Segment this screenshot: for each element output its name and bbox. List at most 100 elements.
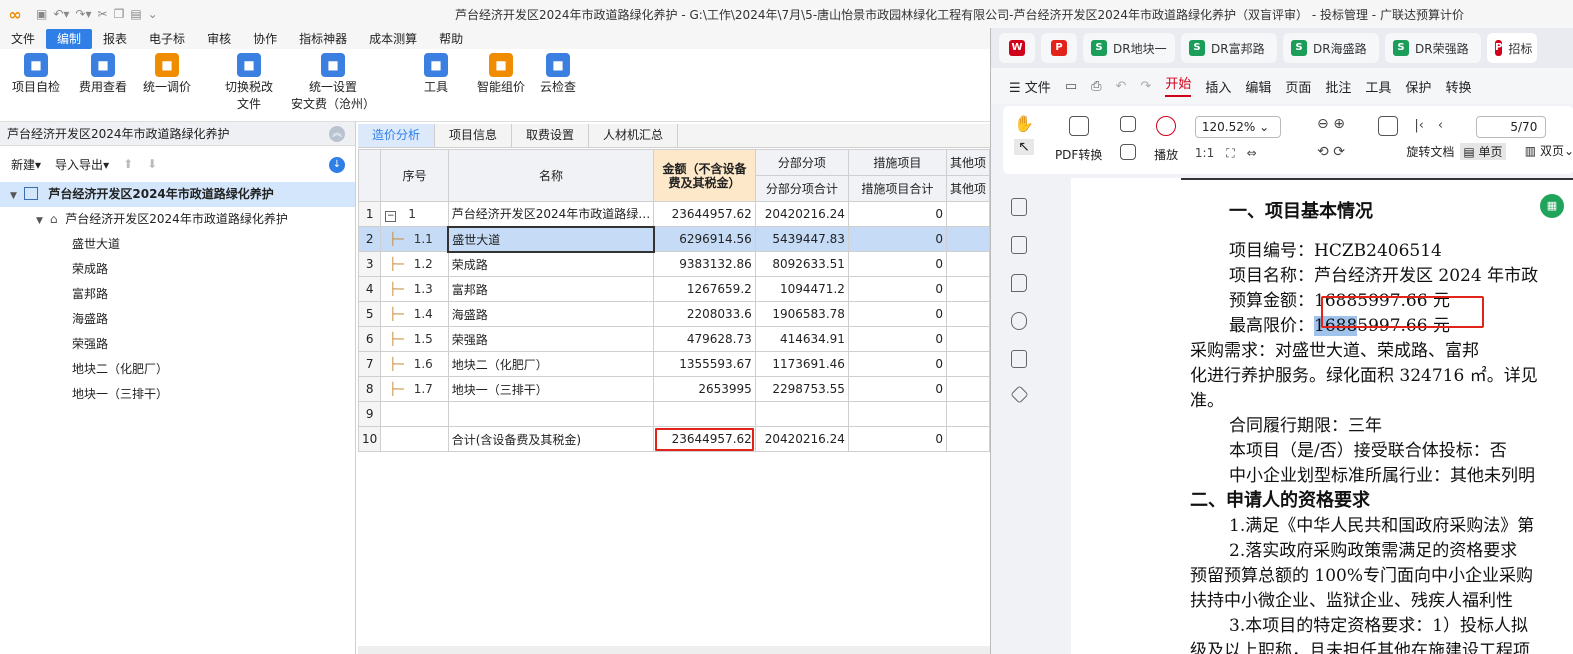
table-row[interactable]: 6 ├─ 1.5 荣强路 479628.73 414634.91 0 bbox=[357, 326, 991, 352]
table-row[interactable]: 10 合计(含设备费及其税金) 23644957.62 20420216.24 0 bbox=[357, 426, 991, 452]
menu-cost-calc[interactable]: 成本测算 bbox=[358, 29, 428, 49]
menu-index[interactable]: 指标神器 bbox=[288, 29, 358, 49]
row-index[interactable]: 10 bbox=[357, 426, 382, 452]
cell-fbfx[interactable]: 8092633.51 bbox=[754, 251, 849, 277]
row-index[interactable]: 4 bbox=[357, 276, 382, 302]
menu-edit[interactable]: 编制 bbox=[46, 28, 93, 49]
pdf-menu-convert[interactable]: 转换 bbox=[1445, 77, 1471, 96]
pdf-menu-annotate[interactable]: 批注 bbox=[1325, 77, 1351, 96]
cell-fbfx[interactable]: 20420216.24 bbox=[754, 426, 849, 452]
hand-tool-icon[interactable]: ✋ bbox=[1014, 114, 1034, 133]
move-down-icon[interactable]: ⬇ bbox=[147, 157, 157, 171]
bookmark-icon[interactable] bbox=[1011, 198, 1027, 216]
table-row[interactable]: 2 ├─ 1.1 盛世大道 6296914.56 5439447.83 0 bbox=[357, 225, 991, 253]
header-amount[interactable]: 金额（不含设备费及其税金） bbox=[653, 149, 756, 202]
attachment-icon[interactable] bbox=[1011, 312, 1027, 330]
cell-other[interactable] bbox=[945, 376, 991, 402]
table-row[interactable]: 5 ├─ 1.4 海盛路 2208033.6 1906583.78 0 bbox=[357, 301, 991, 327]
cut-icon[interactable]: ✂ bbox=[98, 7, 108, 21]
cell-other[interactable] bbox=[945, 226, 991, 252]
header-name[interactable]: 名称 bbox=[447, 149, 655, 202]
image-icon[interactable] bbox=[1119, 116, 1136, 132]
cell-other[interactable] bbox=[945, 426, 991, 452]
cell-name[interactable]: 富邦路 bbox=[447, 276, 655, 302]
tree-item[interactable]: 盛世大道 bbox=[0, 232, 355, 257]
pdf-menu-page[interactable]: 页面 bbox=[1285, 77, 1311, 96]
actual-size-icon[interactable]: 1:1 bbox=[1195, 146, 1214, 161]
cell-cs[interactable]: 0 bbox=[847, 301, 947, 327]
cell-amount[interactable]: 1355593.67 bbox=[653, 351, 756, 377]
zoom-select[interactable]: 120.52% ⌄ bbox=[1194, 116, 1281, 138]
cell-seq[interactable]: ├─ 1.5 bbox=[380, 326, 449, 352]
tab-project-info[interactable]: 项目信息 bbox=[435, 124, 513, 147]
cell-seq[interactable]: −1 bbox=[380, 201, 449, 227]
header-csxm-total[interactable]: 措施项目合计 bbox=[847, 175, 947, 202]
header-fbfx-total[interactable]: 分部分项合计 bbox=[754, 175, 849, 202]
ribbon-button-0[interactable]: ■ 项目自检 bbox=[4, 49, 68, 96]
cell-amount[interactable]: 9383132.86 bbox=[653, 251, 756, 277]
menu-report[interactable]: 报表 bbox=[92, 29, 138, 49]
row-index[interactable]: 6 bbox=[357, 326, 382, 352]
new-button[interactable]: 新建▾ bbox=[11, 156, 41, 173]
single-page-button[interactable]: ▤ 单页 bbox=[1460, 143, 1506, 160]
tree-item[interactable]: 地块一（三排干） bbox=[0, 382, 355, 407]
header-other[interactable]: 其他项 bbox=[945, 149, 991, 176]
pdf-menu-edit[interactable]: 编辑 bbox=[1245, 77, 1271, 96]
ribbon-button-1[interactable]: ■ 费用查看 bbox=[74, 49, 132, 96]
cell-name[interactable]: 地块一（三排干） bbox=[447, 376, 655, 402]
prev-page-icon[interactable]: ‹ bbox=[1438, 118, 1443, 133]
pdf-convert-button[interactable]: PDF转换 bbox=[1045, 106, 1112, 163]
table-row[interactable]: 3 ├─ 1.2 荣成路 9383132.86 8092633.51 0 bbox=[357, 251, 991, 277]
tab-fee-settings[interactable]: 取费设置 bbox=[512, 124, 590, 147]
cell-other[interactable] bbox=[945, 326, 991, 352]
table-row[interactable]: 1−1 芦台经济开发区2024年市政道路绿… 23644957.62 20420216… bbox=[357, 201, 991, 227]
cell-cs[interactable]: 0 bbox=[847, 351, 947, 377]
table-row[interactable]: 7 ├─ 1.6 地块二（化肥厂） 1355593.67 1173691.46 0 bbox=[357, 351, 991, 377]
horizontal-scrollbar[interactable] bbox=[358, 646, 990, 654]
cell-cs[interactable] bbox=[847, 401, 947, 427]
copy-icon[interactable]: ❐ bbox=[114, 7, 125, 21]
cell-seq[interactable]: ├─ 1.3 bbox=[380, 276, 449, 302]
table-row[interactable]: 4 ├─ 1.3 富邦路 1267659.2 1094471.2 0 bbox=[357, 276, 991, 302]
pdf-menu-protect[interactable]: 保护 bbox=[1405, 77, 1431, 96]
cell-seq[interactable]: ├─ 1.4 bbox=[380, 301, 449, 327]
sheet-badge-icon[interactable]: ▦ bbox=[1540, 194, 1564, 218]
ribbon-button-6[interactable]: ■ 智能组价 bbox=[472, 49, 530, 96]
move-up-icon[interactable]: ⬆ bbox=[123, 157, 133, 171]
copy-page-icon[interactable] bbox=[1119, 144, 1136, 160]
row-index[interactable]: 7 bbox=[357, 351, 382, 377]
tab-dr-plot1[interactable]: S DR地块一 bbox=[1083, 33, 1175, 63]
ribbon-button-5[interactable]: ■ 工具 bbox=[406, 49, 466, 96]
thumbnail-icon[interactable] bbox=[1011, 236, 1027, 254]
header-seq[interactable]: 序号 bbox=[380, 149, 449, 202]
tree-root[interactable]: ▼ 芦台经济开发区2024年市政道路绿化养护 bbox=[0, 182, 355, 207]
cell-amount[interactable] bbox=[653, 401, 756, 427]
paste-icon[interactable]: ▤ bbox=[130, 7, 141, 21]
cell-other[interactable] bbox=[945, 201, 991, 227]
pdf-app-tab[interactable]: P bbox=[1041, 33, 1077, 63]
ribbon-button-2[interactable]: ■ 统一调价 bbox=[138, 49, 196, 96]
cell-cs[interactable]: 0 bbox=[847, 276, 947, 302]
cell-name[interactable]: 盛世大道 bbox=[447, 225, 655, 253]
cell-name[interactable]: 荣强路 bbox=[447, 326, 655, 352]
customize-icon[interactable]: ⌄ bbox=[148, 7, 158, 21]
cell-seq[interactable] bbox=[380, 426, 449, 452]
cell-name[interactable]: 合计(含设备费及其税金) bbox=[447, 426, 655, 452]
rotate-doc-button[interactable]: 旋转文档 bbox=[1406, 143, 1454, 160]
menu-collab[interactable]: 协作 bbox=[242, 29, 288, 49]
row-index[interactable]: 1 bbox=[357, 201, 382, 227]
cell-name[interactable]: 芦台经济开发区2024年市政道路绿… bbox=[447, 201, 655, 227]
print-icon[interactable]: ⎙ bbox=[1091, 79, 1101, 94]
first-page-icon[interactable]: |‹ bbox=[1414, 118, 1424, 133]
cell-amount[interactable]: 6296914.56 bbox=[653, 226, 756, 252]
cell-cs[interactable]: 0 bbox=[847, 201, 947, 227]
tab-dr-fubang[interactable]: S DR富邦路 bbox=[1181, 33, 1277, 63]
comment-icon[interactable] bbox=[1011, 274, 1027, 292]
cell-other[interactable] bbox=[945, 301, 991, 327]
row-index[interactable]: 9 bbox=[357, 401, 382, 427]
pdf-menu-start[interactable]: 开始 bbox=[1165, 75, 1192, 97]
cell-name[interactable]: 海盛路 bbox=[447, 301, 655, 327]
download-icon[interactable]: ↓ bbox=[329, 157, 345, 173]
menu-review[interactable]: 审核 bbox=[196, 29, 242, 49]
select-tool-icon[interactable]: ↖ bbox=[1014, 139, 1034, 155]
